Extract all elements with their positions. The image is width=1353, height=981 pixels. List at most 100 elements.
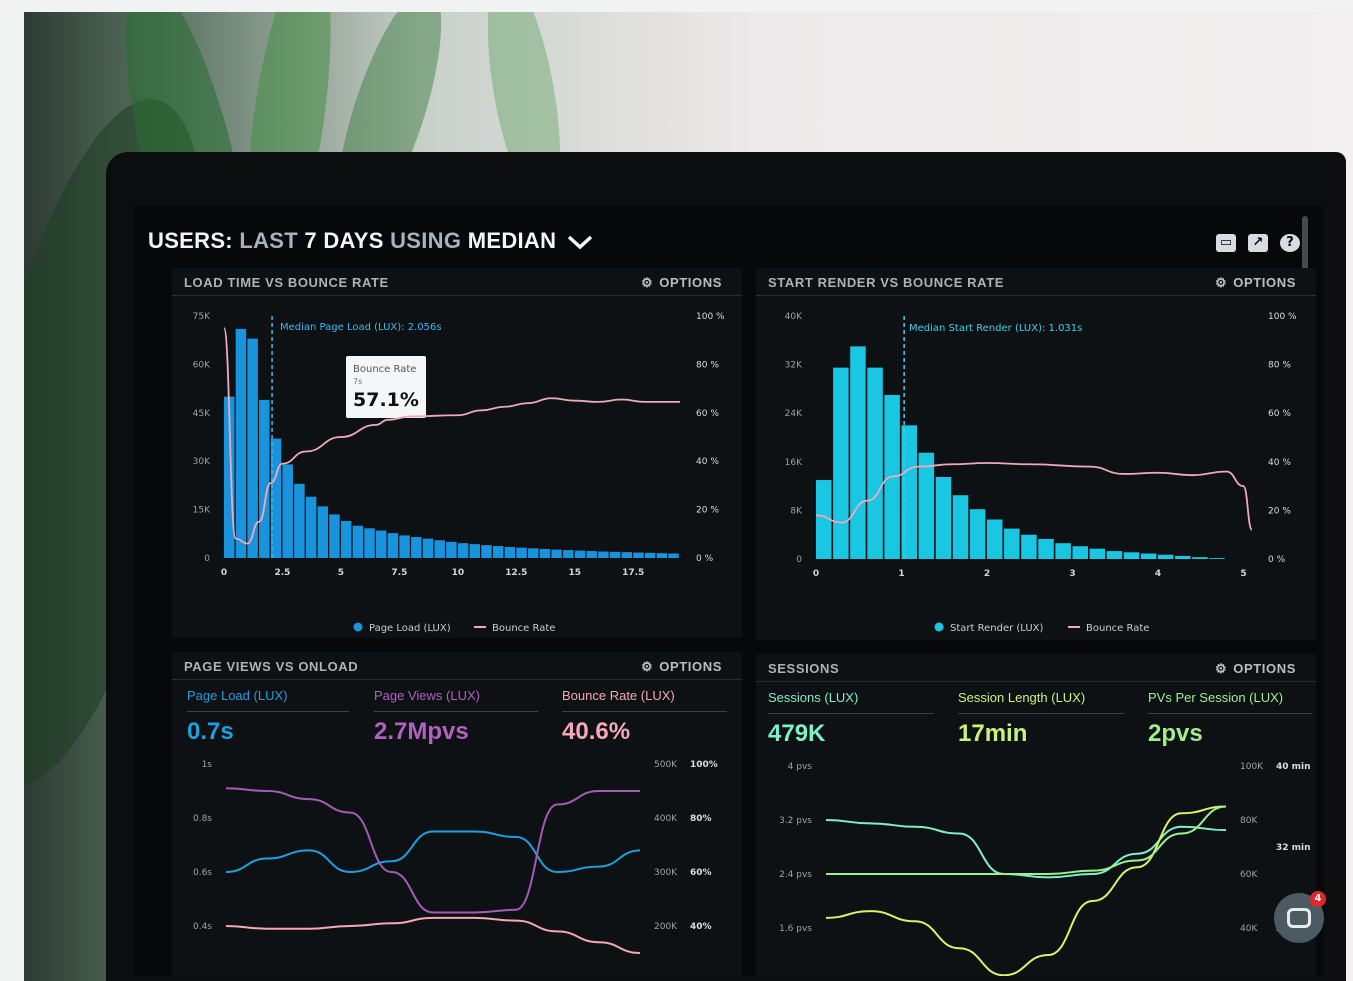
series-line — [826, 805, 1227, 875]
y2-axis-tick-label: 40K — [1240, 924, 1258, 934]
histogram-bar — [935, 476, 952, 559]
y-axis-tick-label: 32K — [785, 361, 803, 371]
histogram-bar — [1209, 558, 1225, 559]
metric-label: PVs Per Session (LUX) — [1148, 690, 1284, 705]
y-axis-tick-label: 60K — [193, 360, 211, 370]
histogram-bar — [329, 514, 340, 558]
metric-divider — [187, 711, 349, 712]
histogram-bar — [656, 553, 668, 558]
histogram-bar — [1175, 555, 1191, 559]
histogram-bar — [539, 548, 551, 558]
histogram-bar — [317, 506, 329, 558]
monitor-icon[interactable]: ▭ — [1216, 234, 1236, 252]
metric-label: Session Length (LUX) — [958, 690, 1086, 705]
panel-page-views: PAGE VIEWS VS ONLOAD ⚙ OPTIONS Page Load … — [172, 652, 742, 976]
histogram-bar — [528, 548, 539, 558]
metric-divider — [768, 713, 934, 714]
metric-divider — [958, 713, 1124, 714]
metric-divider — [374, 711, 538, 712]
chat-icon — [1287, 908, 1311, 928]
metric-sessions[interactable]: Sessions (LUX) 479K — [768, 690, 934, 748]
y2-axis-tick-label: 100 % — [1268, 312, 1297, 322]
x-axis-tick-label: 4 — [1155, 569, 1161, 579]
y-axis-tick-label: 3.2 pvs — [779, 816, 812, 826]
histogram-bar — [1089, 548, 1106, 559]
metric-page-load[interactable]: Page Load (LUX) 0.7s — [187, 688, 349, 746]
y2-axis-tick-label: 0 % — [696, 554, 714, 564]
histogram-bar — [850, 346, 866, 559]
y2-axis-tick-label: 100 % — [696, 312, 725, 322]
y2-axis-tick-label: 500K — [654, 760, 678, 770]
metric-pvs-per-session[interactable]: PVs Per Session (LUX) 2pvs — [1148, 690, 1312, 748]
metric-value: 2.7Mpvs — [374, 718, 469, 745]
legend-bars-marker — [934, 622, 944, 632]
histogram-bar — [986, 519, 1003, 559]
y-axis-tick-label: 8K — [790, 506, 803, 516]
series-line — [225, 916, 641, 954]
metric-page-views[interactable]: Page Views (LUX) 2.7Mpvs — [374, 688, 538, 746]
histogram-bar — [598, 551, 609, 558]
histogram-bar — [668, 553, 679, 558]
tooltip-title: Bounce Rate — [353, 364, 416, 375]
options-button[interactable]: ⚙ OPTIONS — [641, 659, 722, 675]
histogram-bar — [952, 495, 969, 559]
histogram-bar — [364, 528, 375, 558]
histogram-bar — [411, 537, 422, 558]
options-button[interactable]: ⚙ OPTIONS — [1215, 275, 1296, 291]
page-views-chart: 0.4s 0.6s 0.8s 1s 200K 300K 400K 500K 40% 60% 80% 1… — [193, 760, 718, 954]
help-icon[interactable]: ? — [1280, 234, 1300, 252]
histogram-bar — [422, 538, 434, 558]
tooltip-value: 57.1% — [353, 389, 419, 411]
y2-axis-tick-label: 60K — [1240, 870, 1258, 880]
title-using: USING — [390, 228, 462, 253]
histogram-bar — [1192, 557, 1208, 559]
histogram-bar — [1123, 552, 1140, 559]
histogram-bar — [551, 549, 562, 558]
histogram-bar — [867, 367, 883, 559]
y2-axis-tick-label: 40 % — [1268, 458, 1291, 468]
y2-axis-tick-label: 80 % — [696, 360, 719, 370]
x-axis-tick-label: 5 — [338, 568, 344, 578]
dashboard-title[interactable]: USERS: LAST 7 DAYS USING MEDIAN — [148, 228, 593, 254]
y-axis-tick-label: 4 pvs — [788, 762, 813, 772]
options-button[interactable]: ⚙ OPTIONS — [641, 275, 722, 291]
histogram-bar — [1004, 528, 1020, 559]
median-label: Median Page Load (LUX): 2.056s — [280, 322, 442, 333]
histogram-bar — [1055, 543, 1071, 559]
options-label: OPTIONS — [1233, 275, 1296, 290]
histogram-bar — [969, 509, 986, 559]
series-line — [225, 787, 640, 914]
x-axis-tick-label: 2 — [984, 569, 990, 579]
histogram-bar — [1140, 553, 1157, 559]
chevron-down-icon[interactable] — [567, 234, 593, 250]
histogram-bar — [1157, 554, 1174, 559]
x-axis-tick-label: 10 — [452, 568, 465, 578]
y3-axis-tick-label: 32 min — [1276, 843, 1311, 853]
y-axis-tick-label: 15K — [193, 506, 211, 516]
start-render-chart: Median Start Render (LUX): 1.031s Start … — [785, 312, 1297, 634]
y3-axis-tick-label: 40% — [690, 922, 712, 932]
metric-value: 40.6% — [562, 718, 631, 745]
y-axis-tick-label: 1s — [202, 760, 213, 770]
panel-title: LOAD TIME VS BOUNCE RATE — [184, 275, 389, 290]
chart-legend: Start Render (LUX) Bounce Rate — [934, 622, 1149, 634]
y2-axis-tick-label: 80K — [1240, 816, 1258, 826]
y-axis-tick-label: 16K — [785, 458, 803, 468]
panel-title: START RENDER VS BOUNCE RATE — [768, 275, 1005, 290]
panel-title: SESSIONS — [768, 661, 840, 676]
y2-axis-tick-label: 20 % — [1268, 506, 1291, 516]
histogram-bar — [516, 547, 527, 558]
metric-session-length[interactable]: Session Length (LUX) 17min — [958, 690, 1124, 748]
metric-divider — [1148, 713, 1312, 714]
histogram-bar — [492, 546, 504, 558]
toolbar-icons: ▭ ↗ ? — [1216, 234, 1300, 252]
y3-axis-tick-label: 40 min — [1276, 762, 1311, 772]
x-axis-tick-label: 0 — [813, 569, 819, 579]
options-button[interactable]: ⚙ OPTIONS — [1215, 661, 1296, 677]
histogram-bar — [586, 551, 597, 558]
metric-bounce-rate[interactable]: Bounce Rate (LUX) 40.6% — [562, 688, 727, 746]
histogram-bar — [1072, 546, 1088, 559]
y-axis-tick-label: 0 — [204, 554, 210, 564]
histogram-bar — [1021, 534, 1037, 559]
share-icon[interactable]: ↗ — [1248, 234, 1268, 252]
